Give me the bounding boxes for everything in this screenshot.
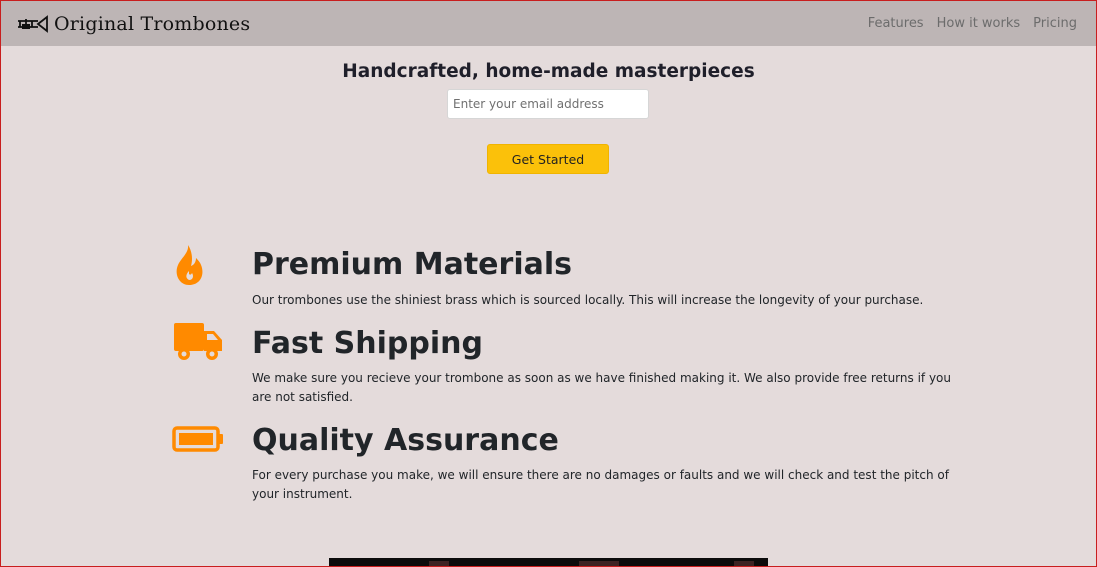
fire-icon: [172, 244, 206, 290]
get-started-button[interactable]: Get Started: [487, 144, 609, 174]
nav-link-how-it-works[interactable]: How it works: [937, 16, 1021, 31]
feature-title: Premium Materials: [252, 247, 572, 282]
battery-icon: [172, 426, 224, 458]
nav-link-pricing[interactable]: Pricing: [1033, 16, 1077, 31]
video-player[interactable]: [329, 558, 768, 567]
truck-icon: [172, 321, 224, 367]
feature-title: Quality Assurance: [252, 423, 559, 458]
brand-name: Original Trombones: [54, 13, 251, 35]
trombone-icon: [16, 15, 48, 33]
nav-link-features[interactable]: Features: [868, 16, 924, 31]
feature-text: For every purchase you make, we will ens…: [252, 468, 949, 501]
email-input[interactable]: [447, 89, 649, 119]
video-frame-detail: [579, 561, 619, 567]
hero-title: Handcrafted, home-made masterpieces: [342, 61, 755, 82]
feature-title: Fast Shipping: [252, 326, 483, 361]
video-frame-detail: [734, 561, 754, 567]
site-header: Original Trombones Features How it works…: [1, 1, 1096, 46]
feature-text: Our trombones use the shiniest brass whi…: [252, 293, 924, 307]
video-frame-detail: [429, 561, 449, 567]
feature-text: We make sure you recieve your trombone a…: [252, 371, 951, 404]
main-nav: Features How it works Pricing: [868, 16, 1077, 31]
brand-logo[interactable]: Original Trombones: [16, 11, 250, 37]
